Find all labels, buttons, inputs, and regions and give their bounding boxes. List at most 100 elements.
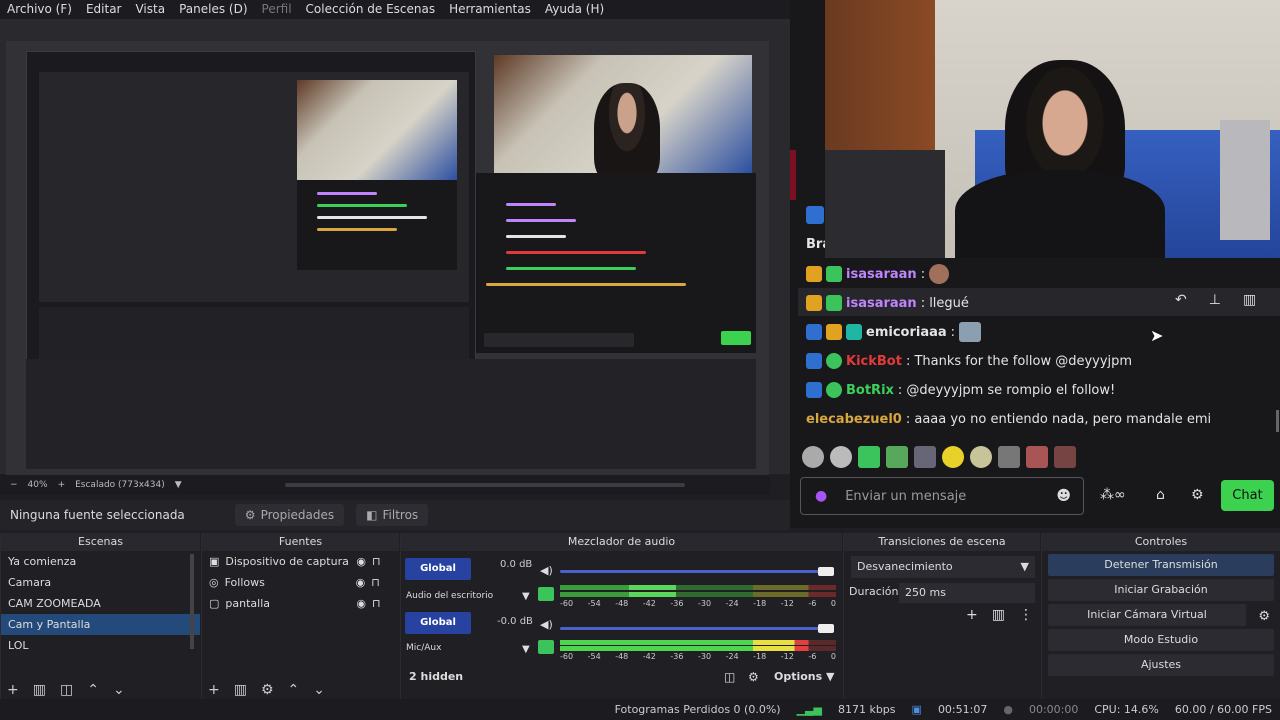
monitor-audio-icon[interactable] [538,640,554,654]
options-button[interactable]: Options ▼ [774,670,835,683]
move-down-icon[interactable]: ⌄ [313,682,325,698]
virtual-camera-button[interactable]: Iniciar Cámara Virtual [1048,604,1246,626]
menu-perfil[interactable]: Perfil [255,0,299,19]
chat-username[interactable]: elecabezuel0 [806,412,902,427]
chat-username[interactable]: emicoriaaa [866,325,947,340]
properties-button[interactable]: ⚙ Propiedades [234,504,345,526]
chat-send-button[interactable]: Chat [1221,480,1274,511]
add-icon[interactable]: + [208,682,220,698]
speaker-icon[interactable]: ◀) [540,564,553,577]
settings-button[interactable]: Ajustes [1048,654,1274,676]
more-icon[interactable]: ⋮ [1019,607,1033,623]
chevron-down-icon[interactable]: ▼ [522,591,530,602]
trash-icon[interactable]: ▥ [992,607,1005,623]
emote-icon[interactable] [1054,446,1076,468]
filter-icon[interactable]: ◫ [60,682,73,698]
emote-icon[interactable] [886,446,908,468]
microphone-icon[interactable]: ● [815,488,827,504]
trash-icon[interactable]: ▥ [1243,292,1256,308]
speaker-icon[interactable]: ◀) [540,618,553,631]
scene-item[interactable]: Camara [1,572,200,593]
stop-stream-button[interactable]: Detener Transmisión [1048,554,1274,576]
start-recording-button[interactable]: Iniciar Grabación [1048,579,1274,601]
move-down-icon[interactable]: ⌄ [113,682,125,698]
scene-item[interactable]: LOL [1,635,200,656]
chevron-down-icon[interactable]: ▼ [522,644,530,655]
chat-input-box[interactable]: ● Enviar un mensaje ☻ [800,477,1084,515]
eye-icon[interactable]: ◉ [356,593,366,614]
preview-scrollbar[interactable] [285,483,685,487]
chat-username[interactable]: isasaraan [846,296,917,311]
emote-icon[interactable] [914,446,936,468]
source-item[interactable]: ◎ Follows ◉ ⊓ [202,572,394,593]
global-button[interactable]: Global [405,558,471,580]
source-item[interactable]: ▣ Dispositivo de captura de v ◉ ⊓ [202,551,394,572]
properties-bar: Ninguna fuente seleccionada ⚙ Propiedade… [0,500,790,530]
source-item[interactable]: ▢ pantalla ◉ ⊓ [202,593,394,614]
emote-icon[interactable] [970,446,992,468]
lock-icon[interactable]: ⊓ [372,593,381,614]
add-icon[interactable]: + [966,607,978,623]
chat-username[interactable]: BotRix [846,383,894,398]
scale-label: -12 [780,599,794,608]
hidden-count[interactable]: 2 hidden [409,670,463,683]
emoji-icon[interactable]: ☻ [1056,488,1071,504]
transition-select[interactable]: Desvanecimiento ▼ [851,556,1035,578]
scale-label: -30 [697,599,712,608]
reply-icon[interactable]: ↶ [1175,292,1187,308]
scene-item[interactable]: CAM ZOOMEADA [1,593,200,614]
lock-icon[interactable]: ⊓ [371,572,380,593]
emote-icon[interactable] [1026,446,1048,468]
trash-icon[interactable]: ▥ [234,682,247,698]
menu-vista[interactable]: Vista [128,0,172,19]
preview-area[interactable] [0,19,825,486]
gear-icon[interactable]: ⚙ [748,670,759,684]
volume-slider[interactable] [560,627,825,630]
move-up-icon[interactable]: ⌃ [87,682,99,698]
chat-message: elecabezuel0: aaaa yo no entiendo nada, … [806,407,1211,431]
studio-mode-button[interactable]: Modo Estudio [1048,629,1274,651]
monitor-audio-icon[interactable] [538,587,554,601]
trash-icon[interactable]: ▥ [33,682,46,698]
layout-icon[interactable]: ◫ [724,670,735,684]
pin-icon[interactable]: ⊥ [1209,292,1221,308]
menu-archivo[interactable]: Archivo (F) [0,0,79,19]
zoom-in-button[interactable]: + [58,480,66,490]
gear-icon[interactable]: ⚙ [1258,609,1270,624]
emote-icon[interactable] [942,446,964,468]
global-button[interactable]: Global [405,612,471,634]
lock-icon[interactable]: ⊓ [372,551,381,572]
volume-slider-thumb[interactable] [818,624,834,633]
zoom-out-button[interactable]: − [10,480,18,490]
sub-badge-icon [846,324,862,340]
menu-ayuda[interactable]: Ayuda (H) [538,0,611,19]
scene-item[interactable]: Ya comienza [1,551,200,572]
scenes-scrollbar[interactable] [190,554,194,649]
preview-canvas[interactable] [6,41,769,486]
chat-username[interactable]: KickBot [846,354,902,369]
emote-icon[interactable] [998,446,1020,468]
menu-herramientas[interactable]: Herramientas [442,0,538,19]
eye-icon[interactable]: ◉ [356,551,366,572]
emote-icon[interactable] [830,446,852,468]
chevron-down-icon[interactable]: ▼ [175,480,182,490]
emote-icon[interactable] [802,446,824,468]
move-up-icon[interactable]: ⌃ [288,682,300,698]
volume-slider[interactable] [560,570,825,573]
filters-button[interactable]: ◧ Filtros [356,504,429,526]
volume-slider-thumb[interactable] [818,567,834,576]
kick-points-icon[interactable]: ⁂∞ [1100,487,1126,503]
eye-icon[interactable]: ◉ [356,572,366,593]
gear-icon[interactable]: ⚙ [1191,487,1204,503]
scene-item-selected[interactable]: Cam y Pantalla [1,614,200,635]
menu-editar[interactable]: Editar [79,0,129,19]
chat-scrollbar[interactable] [1276,410,1279,432]
duration-input[interactable]: 250 ms [899,583,1035,603]
store-icon[interactable]: ⌂ [1156,487,1165,503]
menu-paneles[interactable]: Paneles (D) [172,0,254,19]
gear-icon[interactable]: ⚙ [261,682,274,698]
menu-coleccion-escenas[interactable]: Colección de Escenas [299,0,443,19]
chat-username[interactable]: isasaraan [846,267,917,282]
add-icon[interactable]: + [7,682,19,698]
emote-icon[interactable] [858,446,880,468]
